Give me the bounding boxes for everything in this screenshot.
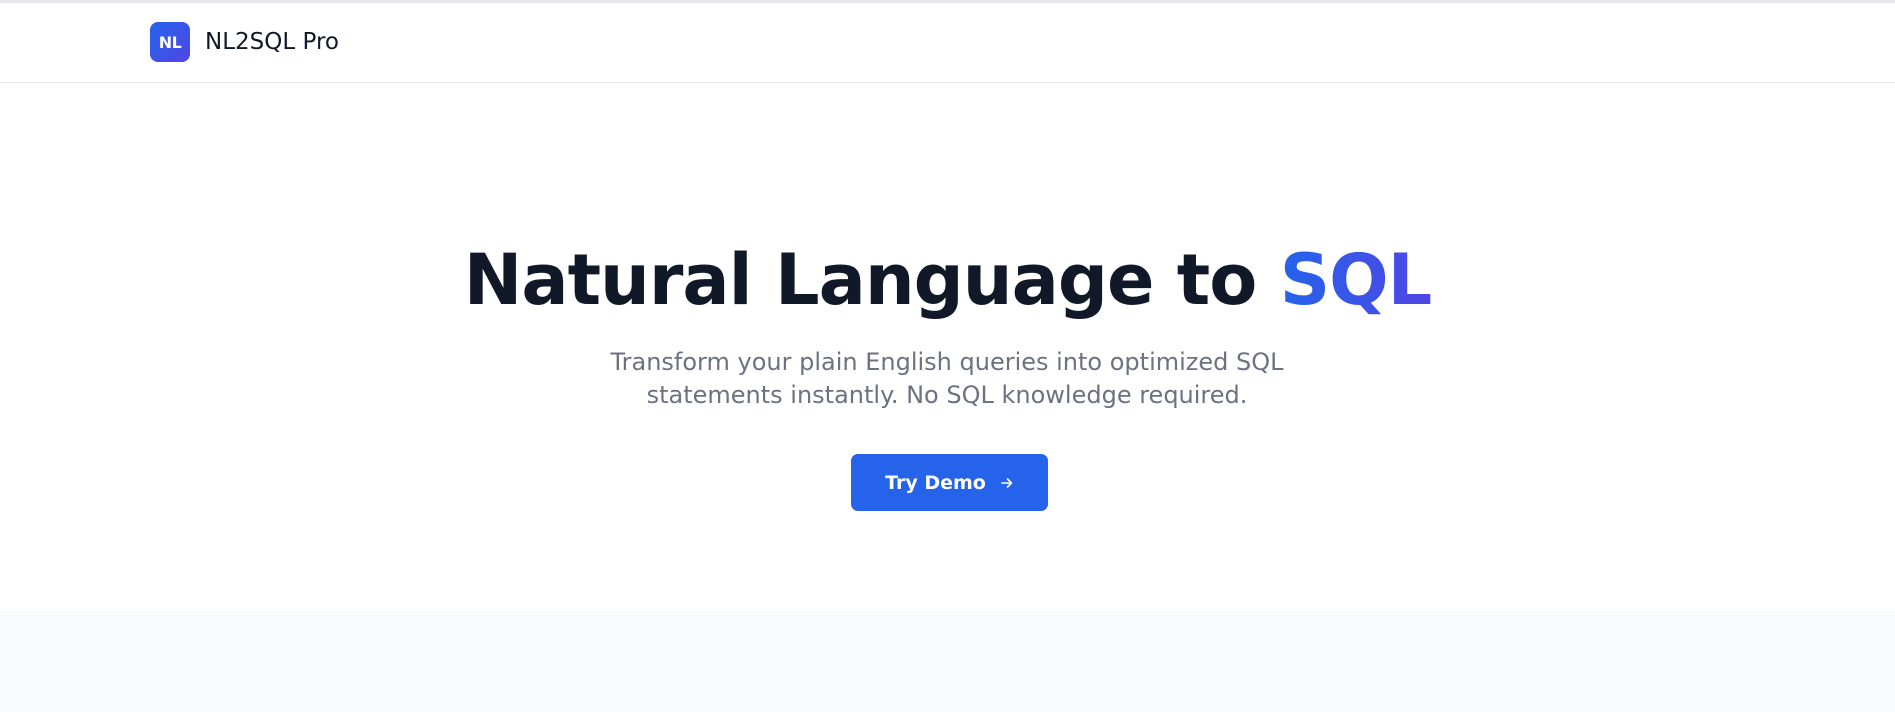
hero-subtitle-line2: statements instantly. No SQL knowledge r… [646, 381, 1248, 409]
try-demo-button[interactable]: Try Demo [851, 454, 1048, 511]
navbar: NL NL2SQL Pro [0, 3, 1895, 83]
brand[interactable]: NL NL2SQL Pro [150, 22, 339, 62]
arrow-right-icon [1000, 476, 1014, 490]
hero-title-main: Natural Language to [463, 239, 1280, 321]
features-section [0, 611, 1895, 712]
hero-subtitle: Transform your plain English queries int… [597, 346, 1297, 412]
brand-name: NL2SQL Pro [205, 29, 339, 55]
hero-section: Natural Language to SQL Transform your p… [0, 84, 1895, 611]
brand-logo: NL [150, 22, 190, 62]
hero-subtitle-line1: Transform your plain English queries int… [610, 348, 1284, 376]
hero-title-accent: SQL [1279, 239, 1433, 321]
try-demo-label: Try Demo [885, 471, 986, 494]
hero-title: Natural Language to SQL [0, 238, 1895, 322]
